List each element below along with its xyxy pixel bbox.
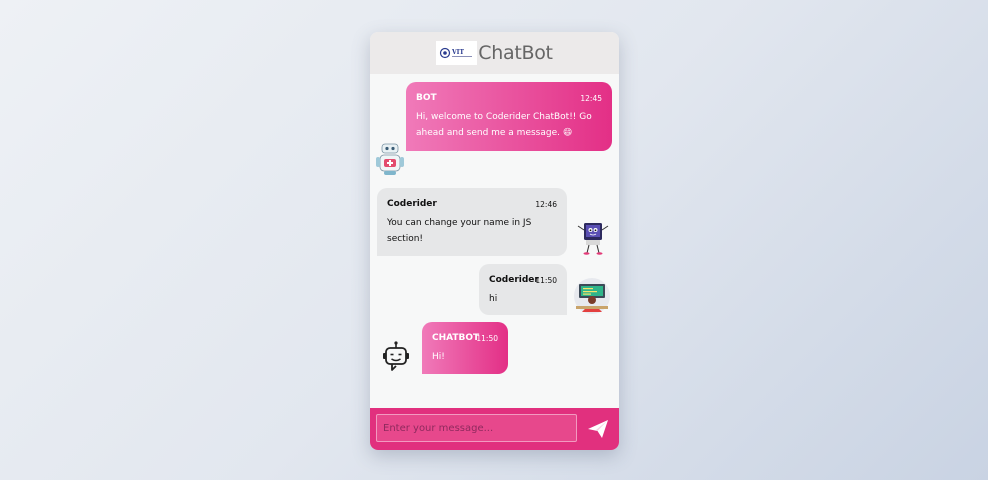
robot-doctor-icon [372, 142, 408, 178]
message-text: Hi, welcome to Coderider ChatBot!! Go ah… [416, 112, 592, 138]
message-sender: BOT [416, 93, 437, 103]
bot-message-bubble: CHATBOT 11:50 Hi! [422, 322, 508, 374]
message-sender: Coderider [387, 199, 437, 209]
message-info: Coderider 12:46 [387, 199, 557, 213]
message-text: hi [489, 294, 498, 304]
chat-window: VIT ChatBot BOT 12:45 Hi, welcome to Cod… [370, 32, 619, 450]
message-time: 11:50 [535, 276, 557, 285]
message-input[interactable] [376, 414, 577, 442]
message-sender: Coderider [489, 275, 539, 285]
message-time: 12:45 [580, 94, 602, 103]
user-message-bubble: Coderider 12:46 You can change your name… [377, 188, 567, 256]
chatbot-head-icon [378, 340, 414, 376]
message-info: Coderider 11:50 [489, 275, 557, 289]
composer [370, 408, 619, 450]
message-info: BOT 12:45 [416, 93, 602, 107]
user-message-bubble: Coderider 11:50 hi [479, 264, 567, 315]
logo: VIT [436, 41, 478, 65]
message-sender: CHATBOT [432, 333, 480, 343]
message-text: You can change your name in JS section! [387, 218, 532, 244]
message-list: BOT 12:45 Hi, welcome to Coderider ChatB… [370, 74, 619, 408]
message-text: Hi! [432, 352, 445, 362]
send-button[interactable] [585, 417, 611, 441]
logo-text: VIT [451, 49, 464, 56]
bot-message-bubble: BOT 12:45 Hi, welcome to Coderider ChatB… [406, 82, 612, 151]
message-time: 12:46 [535, 200, 557, 209]
computer-character-icon [575, 220, 611, 256]
logo-icon: VIT [439, 47, 472, 59]
paper-plane-icon [588, 420, 608, 438]
page-title: ChatBot [478, 42, 553, 64]
message-time: 11:50 [476, 334, 498, 343]
message-info: CHATBOT 11:50 [432, 333, 498, 347]
chat-header: VIT ChatBot [370, 32, 619, 74]
coder-at-desk-icon [574, 278, 610, 314]
